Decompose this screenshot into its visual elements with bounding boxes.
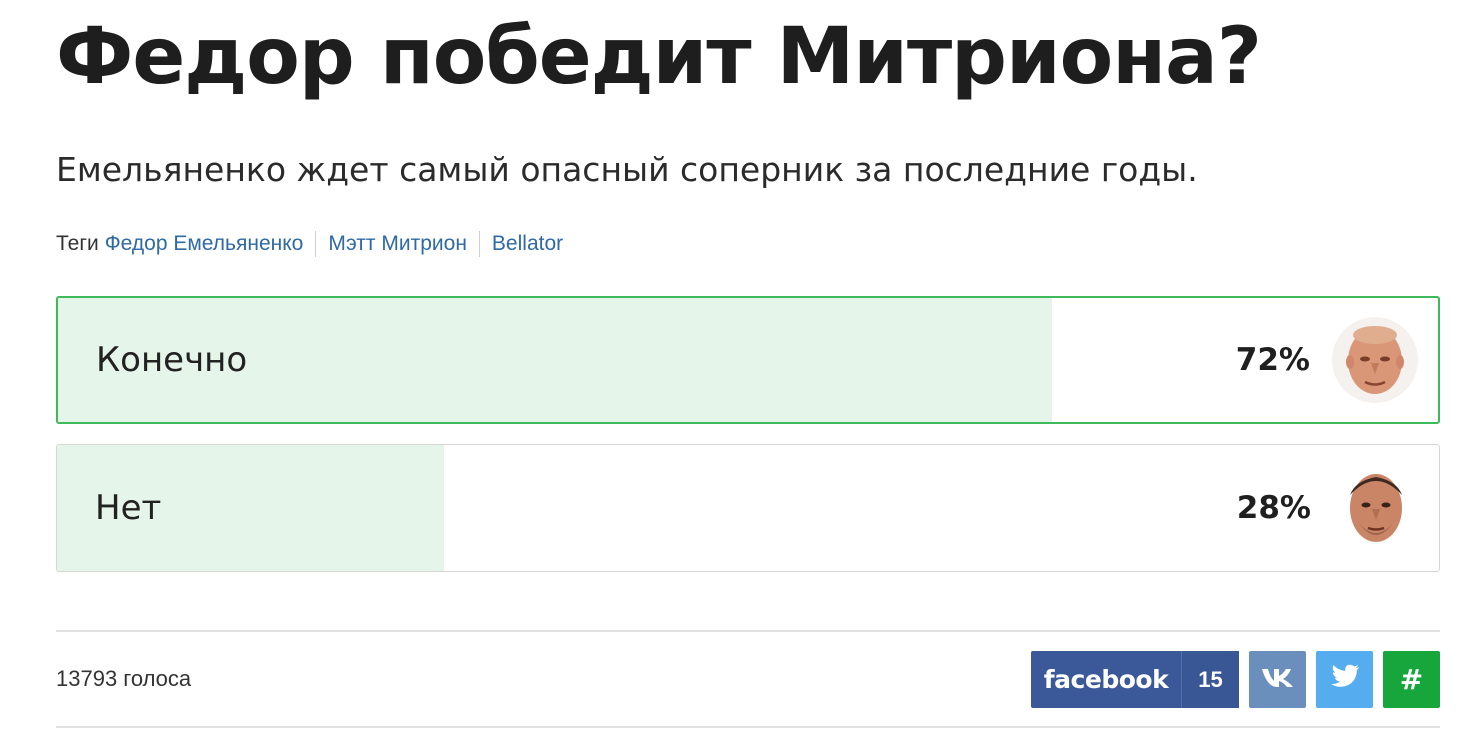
hashtag-button[interactable]: # — [1383, 651, 1440, 708]
poll-option-label: Конечно — [96, 340, 248, 380]
facebook-share-button[interactable]: facebook 15 — [1031, 651, 1239, 708]
tag-link-fedor-emelianenko[interactable]: Федор Емельяненко — [105, 231, 316, 257]
divider — [56, 726, 1440, 728]
votes-count: 13793 голоса — [56, 666, 192, 691]
vk-share-button[interactable] — [1249, 651, 1306, 708]
poll-option-percent: 72% — [1235, 342, 1310, 378]
tags-label: Теги — [56, 232, 99, 255]
divider — [56, 630, 1440, 632]
page-subtitle: Емельяненко ждет самый опасный соперник … — [56, 150, 1198, 189]
twitter-share-button[interactable] — [1316, 651, 1373, 708]
tags-row: Теги Федор Емельяненко Мэтт Митрион Bell… — [56, 231, 575, 257]
poll-option-label: Нет — [95, 488, 162, 528]
tag-link-bellator[interactable]: Bellator — [478, 231, 575, 257]
fighter-avatar-mitrione-icon — [1333, 465, 1419, 551]
facebook-share-count: 15 — [1181, 651, 1239, 708]
vk-icon — [1261, 666, 1295, 693]
tag-link-matt-mitrione[interactable]: Мэтт Митрион — [315, 231, 479, 257]
share-buttons: facebook 15 # — [1031, 651, 1440, 708]
fighter-avatar-fedor-icon — [1332, 317, 1418, 403]
twitter-icon — [1330, 664, 1360, 695]
poll-option-percent: 28% — [1236, 490, 1311, 526]
facebook-label: facebook — [1043, 665, 1169, 694]
poll-option-no[interactable]: Нет 28% — [56, 444, 1440, 572]
poll-option-yes[interactable]: Конечно 72% — [56, 296, 1440, 424]
page-title: Федор победит Митриона? — [56, 12, 1262, 102]
